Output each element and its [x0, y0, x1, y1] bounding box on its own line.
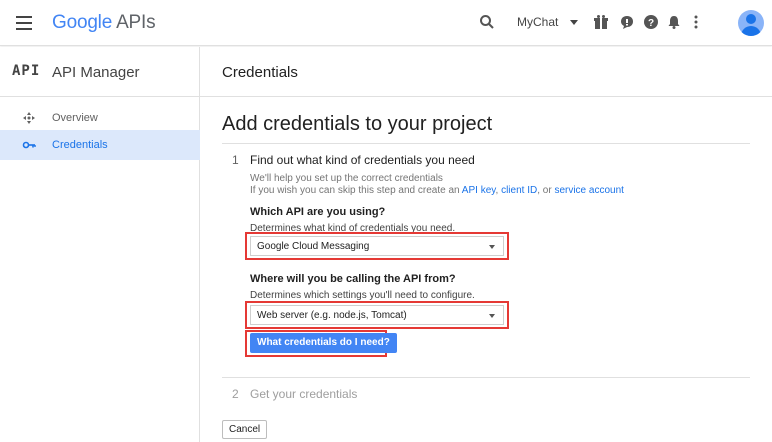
sidebar-item-overview[interactable]: Overview [0, 103, 200, 133]
service-account-link[interactable]: service account [554, 185, 623, 196]
sidebar-item-label: Credentials [52, 139, 108, 151]
step-number: 1 [232, 153, 239, 167]
location-select-value: Web server (e.g. node.js, Tomcat) [257, 310, 407, 321]
sidebar-item-credentials[interactable]: Credentials [0, 130, 200, 160]
api-key-link[interactable]: API key [462, 185, 496, 196]
api-select[interactable]: Google Cloud Messaging [250, 236, 504, 256]
step-number: 2 [232, 387, 239, 401]
client-id-link[interactable]: client ID [501, 185, 537, 196]
project-selector[interactable]: MyChat [517, 15, 558, 29]
search-icon[interactable] [479, 14, 495, 30]
what-credentials-button[interactable]: What credentials do I need? [250, 333, 397, 353]
location-select[interactable]: Web server (e.g. node.js, Tomcat) [250, 305, 504, 325]
help-icon[interactable]: ? [643, 14, 659, 30]
sidebar-item-label: Overview [52, 112, 98, 124]
cancel-button[interactable]: Cancel [222, 420, 268, 439]
help-line-2: If you wish you can skip this step and c… [250, 185, 624, 197]
sidebar: Overview Credentials [0, 97, 200, 442]
chevron-down-icon[interactable] [570, 20, 578, 25]
divider [222, 143, 750, 144]
brand-google: Google [52, 12, 113, 33]
dropdown-arrow-icon [489, 314, 495, 318]
location-question-hint: Determines which settings you'll need to… [250, 290, 475, 301]
location-question-label: Where will you be calling the API from? [250, 273, 456, 285]
svg-text:?: ? [648, 18, 654, 29]
page-title: Add credentials to your project [222, 113, 493, 135]
feedback-icon[interactable] [619, 14, 635, 30]
api-select-value: Google Cloud Messaging [257, 241, 370, 252]
divider [222, 377, 750, 378]
step-title: Get your credentials [250, 387, 358, 401]
overview-icon [23, 112, 35, 124]
key-icon [22, 141, 36, 149]
brand-apis: APIs [116, 12, 156, 33]
product-header: API API Manager [0, 47, 200, 97]
api-question-label: Which API are you using? [250, 206, 386, 218]
notifications-icon[interactable] [666, 14, 682, 30]
more-vert-icon[interactable] [688, 14, 704, 30]
product-title: API Manager [52, 64, 140, 81]
top-bar: Google APIs MyChat ? [0, 0, 772, 46]
help-line-1: We'll help you set up the correct creden… [250, 173, 443, 184]
menu-icon[interactable] [16, 16, 32, 30]
help-sep: , or [537, 185, 555, 196]
step-title: Find out what kind of credentials you ne… [250, 153, 475, 167]
avatar-icon[interactable] [738, 10, 764, 36]
help-text: We'll help you set up the correct creden… [250, 173, 624, 197]
sub-header: API API Manager Credentials [0, 47, 772, 97]
dropdown-arrow-icon [489, 245, 495, 249]
page-header: Credentials [222, 64, 298, 81]
google-apis-logo[interactable]: Google APIs [52, 12, 156, 34]
help-prefix: If you wish you can skip this step and c… [250, 185, 462, 196]
main-content: Add credentials to your project 1 Find o… [200, 97, 772, 442]
gift-icon[interactable] [593, 14, 609, 30]
api-badge-icon: API [12, 63, 41, 79]
